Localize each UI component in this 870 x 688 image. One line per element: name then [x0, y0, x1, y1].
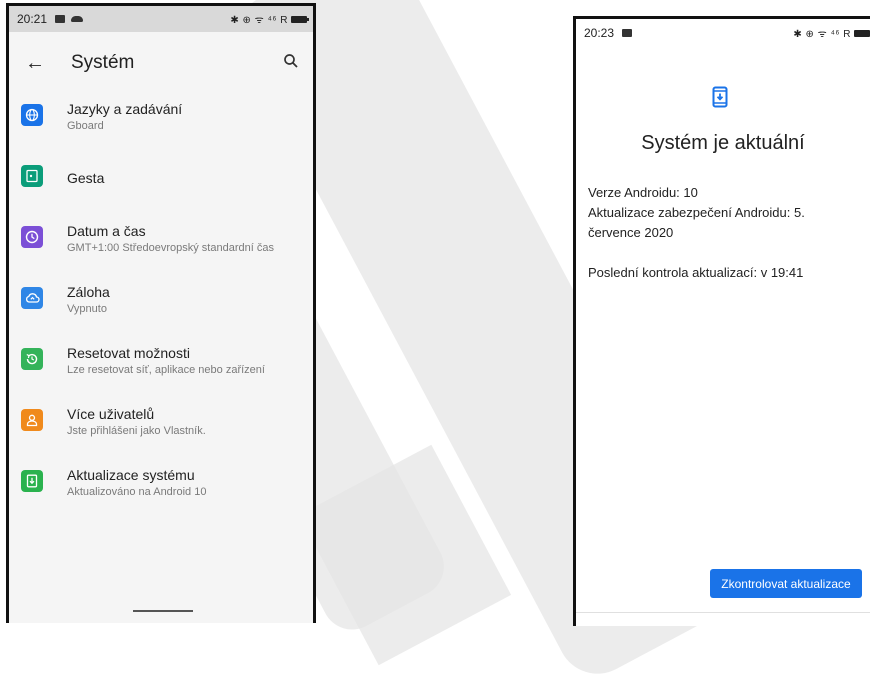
cloud-notification-icon — [71, 16, 84, 22]
item-subtitle: Gboard — [67, 120, 104, 132]
setting-item-reset[interactable]: Resetovat možnosti Lze resetovat síť, ap… — [9, 338, 313, 399]
item-title: Gesta — [67, 170, 105, 186]
item-subtitle: Vypnuto — [67, 303, 107, 315]
item-title: Jazyky a zadávání — [67, 101, 183, 117]
status-bar: 20:21 ✱ ⊕ ᯤ ⁴⁶ R — [9, 6, 313, 32]
back-arrow-icon[interactable]: ← — [25, 52, 65, 75]
item-subtitle: GMT+1:00 Středoevropský standardní čas — [67, 242, 274, 254]
system-update-screen: 20:23 ✱ ⊕ ᯤ ⁴⁶ R Systém je aktuální Verz… — [573, 16, 870, 626]
item-subtitle: Jste přihlášeni jako Vlastník. — [67, 425, 206, 437]
watermark-shape — [298, 444, 512, 666]
security-update: Aktualizace zabezpečení Androidu: 5. čer… — [588, 205, 805, 240]
page-title: Systém je aktuální — [641, 132, 805, 154]
battery-icon — [854, 29, 870, 37]
item-title: Aktualizace systému — [67, 467, 195, 483]
item-title: Datum a čas — [67, 223, 146, 239]
status-bar: 20:23 ✱ ⊕ ᯤ ⁴⁶ R — [576, 19, 870, 47]
item-title: Záloha — [67, 284, 110, 300]
android-version: Verze Androidu: 10 — [588, 185, 698, 200]
search-icon[interactable] — [283, 53, 299, 74]
setting-item-languages[interactable]: Jazyky a zadávání Gboard — [9, 94, 313, 155]
globe-icon — [21, 104, 43, 126]
battery-icon — [291, 15, 309, 23]
cloud-backup-icon — [21, 287, 43, 309]
item-subtitle: Lze resetovat síť, aplikace nebo zařízen… — [67, 364, 265, 376]
status-icons: ✱ ⊕ ᯤ ⁴⁶ R — [230, 15, 288, 26]
page-title: Systém — [71, 52, 135, 73]
divider — [576, 612, 870, 613]
clock-icon — [21, 226, 43, 248]
image-notification-icon — [55, 15, 66, 23]
settings-system-screen: 20:21 ✱ ⊕ ᯤ ⁴⁶ R ← Systém Jazyky a zadáv… — [6, 3, 316, 623]
status-time: 20:23 — [584, 26, 615, 40]
update-info: Verze Androidu: 10 Aktualizace zabezpeče… — [588, 183, 838, 283]
check-updates-button[interactable]: Zkontrolovat aktualizace — [710, 569, 862, 598]
system-update-icon — [21, 470, 43, 492]
user-icon — [21, 409, 43, 431]
status-icons: ✱ ⊕ ᯤ ⁴⁶ R — [793, 29, 851, 40]
setting-item-backup[interactable]: Záloha Vypnuto — [9, 277, 313, 338]
setting-item-date-time[interactable]: Datum a čas GMT+1:00 Středoevropský stan… — [9, 216, 313, 277]
image-notification-icon — [622, 29, 633, 37]
system-update-icon — [712, 86, 728, 113]
setting-item-system-update[interactable]: Aktualizace systému Aktualizováno na And… — [9, 460, 313, 521]
setting-item-gestures[interactable]: Gesta — [9, 155, 313, 216]
status-time: 20:21 — [17, 12, 48, 26]
setting-item-users[interactable]: Více uživatelů Jste přihlášeni jako Vlas… — [9, 399, 313, 460]
settings-list: Jazyky a zadávání Gboard Gesta Datum a č… — [9, 94, 313, 521]
item-subtitle: Aktualizováno na Android 10 — [67, 486, 207, 498]
item-title: Resetovat možnosti — [67, 345, 190, 361]
reset-icon — [21, 348, 43, 370]
gesture-nav-bar[interactable] — [133, 610, 193, 612]
gesture-icon — [21, 165, 43, 187]
toolbar: ← Systém — [9, 32, 313, 94]
last-check: Poslední kontrola aktualizací: v 19:41 — [588, 265, 804, 280]
item-title: Více uživatelů — [67, 406, 155, 422]
